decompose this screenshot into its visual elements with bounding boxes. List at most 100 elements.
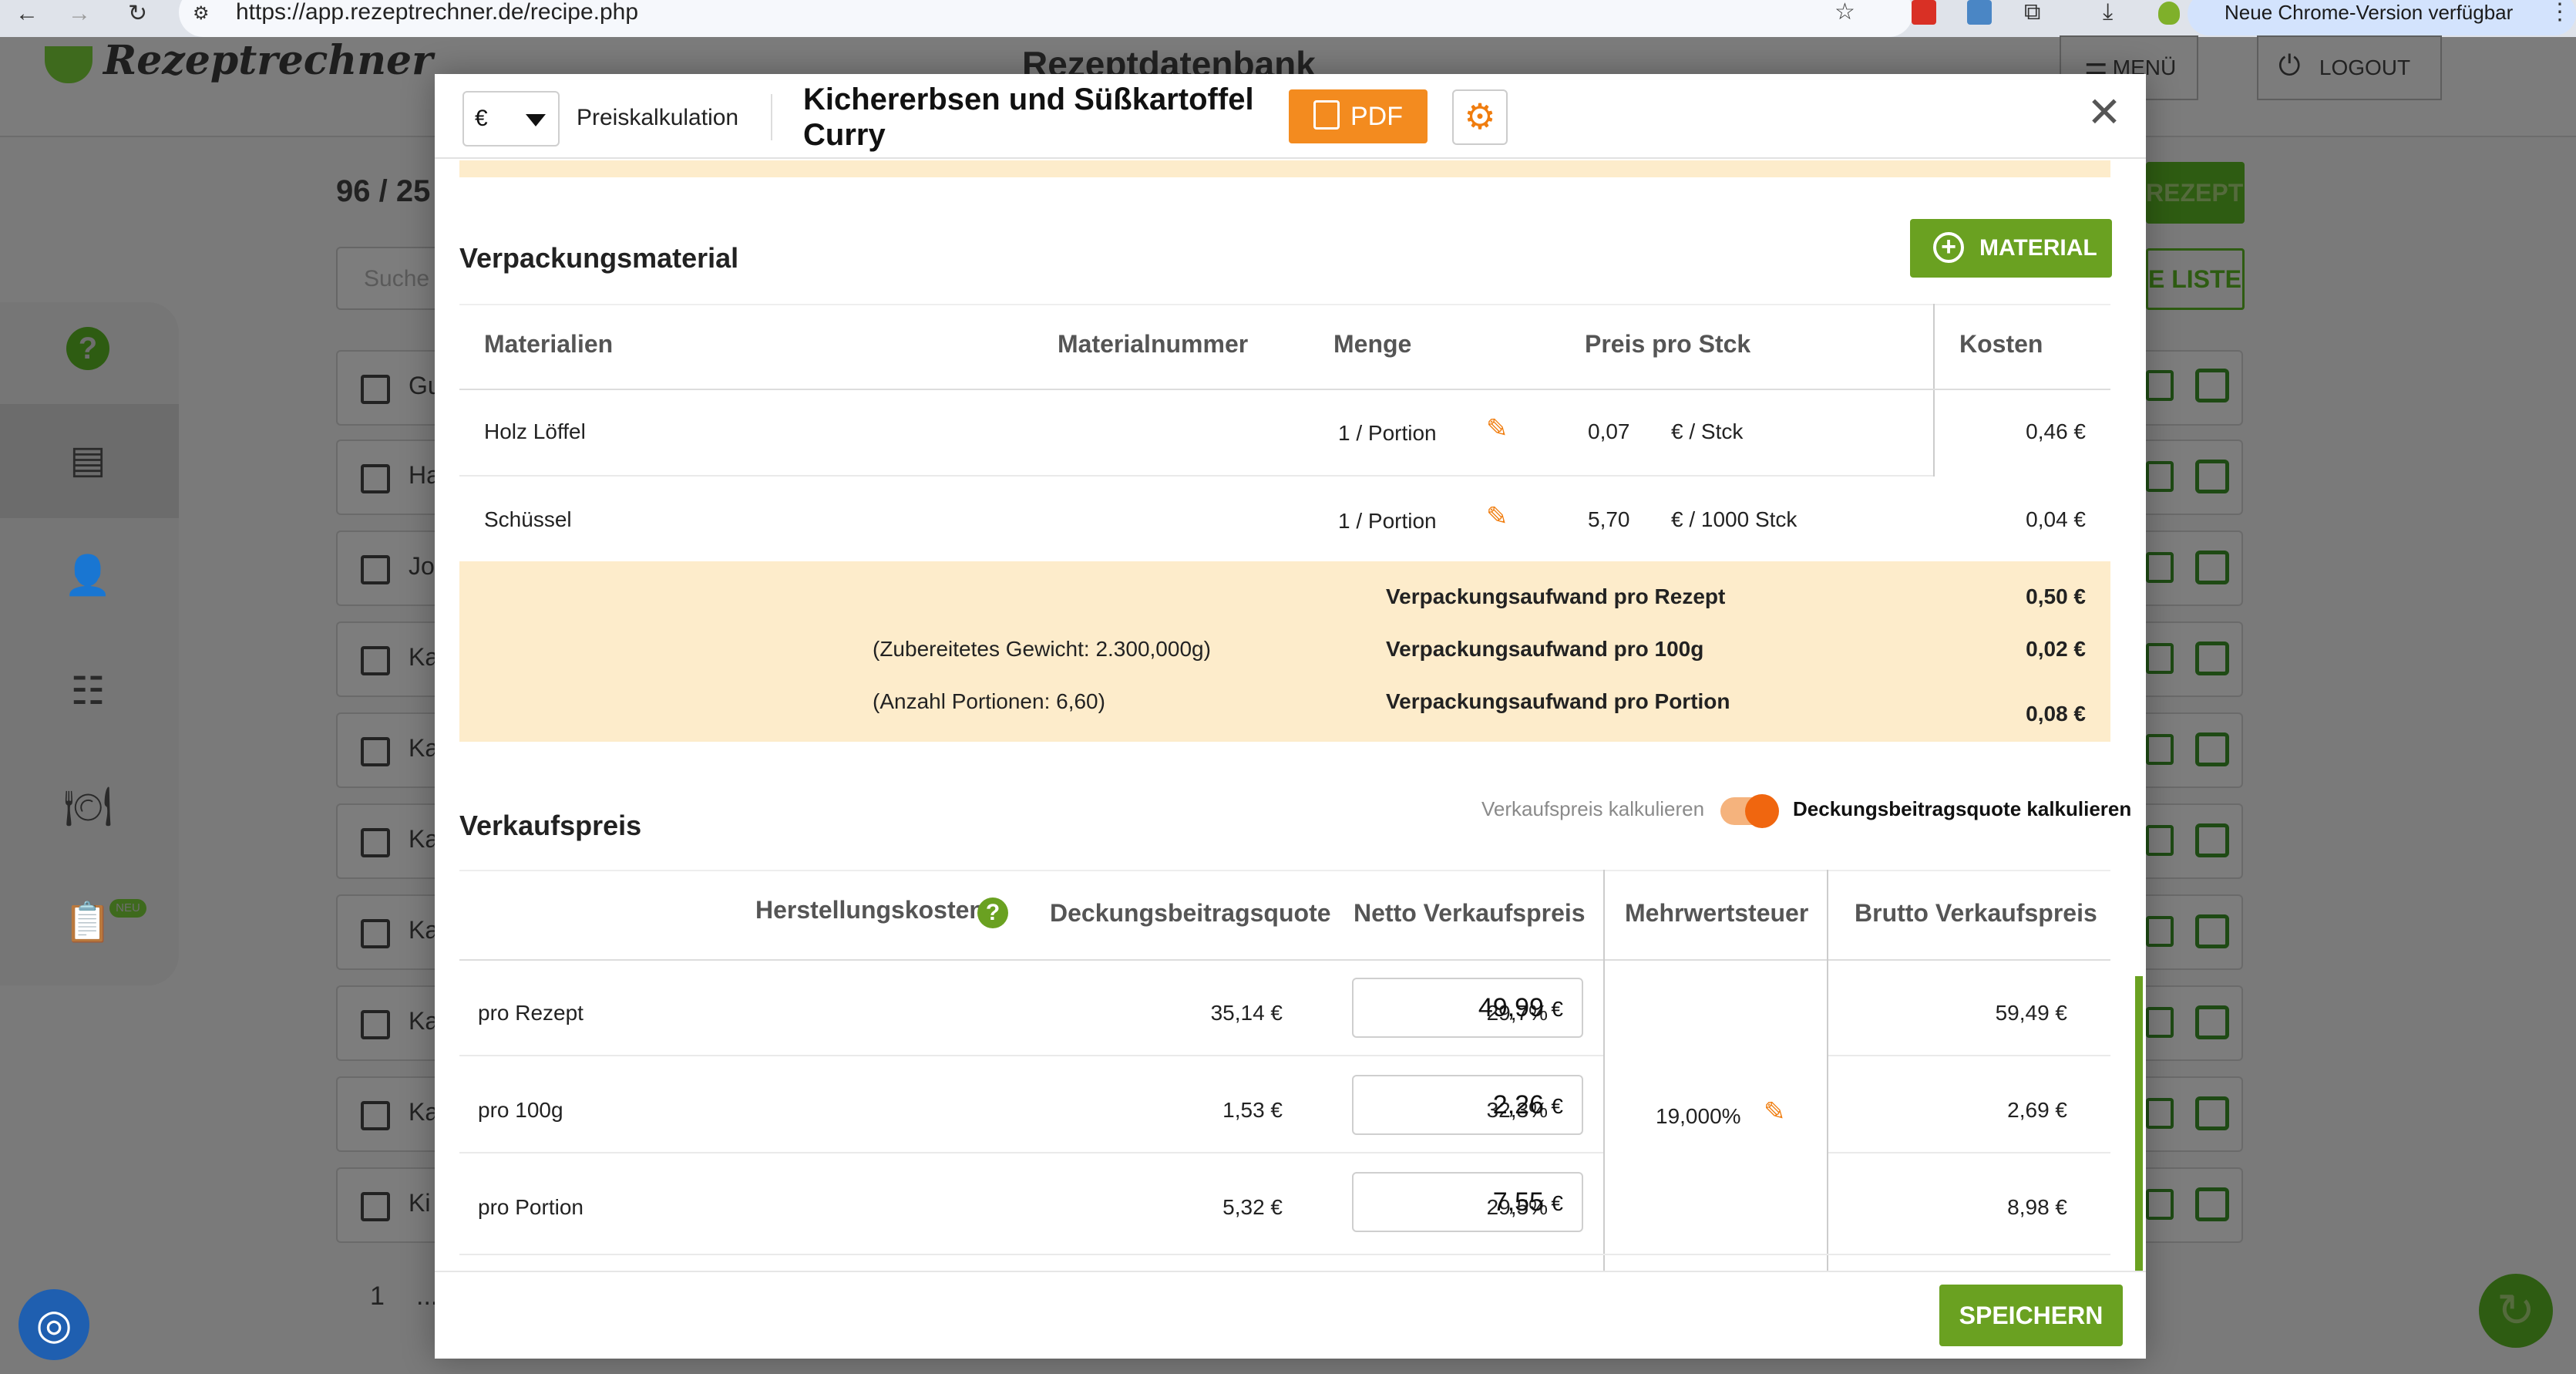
pdf-label: PDF <box>1350 102 1403 131</box>
row-checkbox[interactable] <box>361 555 390 584</box>
edit-icon[interactable] <box>2195 642 2229 675</box>
pencil-icon[interactable]: ✎ <box>1486 501 1508 532</box>
help-icon[interactable]: ? <box>66 327 109 370</box>
row-label: pro Rezept <box>478 1001 583 1025</box>
net-price-input[interactable]: 2,26 € <box>1352 1075 1583 1135</box>
forward-icon[interactable]: → <box>68 0 91 32</box>
pencil-icon[interactable]: ✎ <box>1764 1096 1786 1127</box>
per-portion-value: 0,08 € <box>2026 702 2086 726</box>
copy-icon[interactable] <box>2146 1189 2174 1220</box>
plate-cutlery-icon[interactable]: 🍽 <box>63 782 113 831</box>
row-divider <box>1828 1152 2110 1153</box>
edit-icon[interactable] <box>2195 1187 2229 1221</box>
add-material-button[interactable]: + MATERIAL <box>1910 219 2112 278</box>
settings-button[interactable]: ⚙ <box>1452 89 1508 145</box>
clipboard-icon[interactable]: 📋 <box>63 897 113 947</box>
copy-icon[interactable] <box>2146 916 2174 947</box>
copy-icon[interactable] <box>2146 825 2174 856</box>
currency-select[interactable]: € <box>462 91 560 146</box>
divider <box>771 94 772 140</box>
back-icon[interactable]: ← <box>15 0 39 32</box>
edit-icon[interactable] <box>2195 914 2229 948</box>
gross-price: 8,98 € <box>2007 1195 2067 1219</box>
extension-icon[interactable] <box>1967 0 1992 25</box>
modal-footer: SPEICHERN <box>435 1271 2146 1359</box>
pencil-icon[interactable]: ✎ <box>1486 413 1508 444</box>
copy-icon[interactable] <box>2146 461 2174 492</box>
list-button[interactable]: E LISTE <box>2146 248 2245 310</box>
price-calculation-modal: € Preiskalkulation Kichererbsen und Süßk… <box>435 74 2146 1359</box>
edit-icon[interactable] <box>2195 551 2229 584</box>
fingerprint-icon[interactable]: ◎ <box>18 1289 89 1360</box>
net-price-value: 7,55 <box>1492 1187 1544 1217</box>
row-label: Ki <box>409 1189 431 1217</box>
currency-suffix: € <box>1551 997 1563 1021</box>
row-checkbox[interactable] <box>361 1101 390 1130</box>
modal-body[interactable]: Verpackungsmaterial + MATERIAL Materialie… <box>435 160 2146 1271</box>
row-checkbox[interactable] <box>361 464 390 493</box>
toggle-left-label[interactable]: Verkaufspreis kalkulieren <box>1481 797 1704 821</box>
toggle-right-label[interactable]: Deckungsbeitragsquote kalkulieren <box>1793 797 2131 821</box>
gross-price: 59,49 € <box>1995 1001 2067 1025</box>
per-portion-label: Verpackungsaufwand pro Portion <box>1386 689 1730 713</box>
copy-icon[interactable] <box>2146 643 2174 674</box>
edit-icon[interactable] <box>2195 460 2229 493</box>
download-icon[interactable]: ⤓ <box>2103 0 2113 31</box>
scrollbar[interactable] <box>2135 976 2143 1271</box>
row-checkbox[interactable] <box>361 375 390 404</box>
new-recipe-button[interactable]: REZEPT <box>2146 162 2245 224</box>
production-cost: 35,14 € <box>1210 1001 1283 1025</box>
bookmark-star-icon[interactable]: ☆ <box>1834 0 1855 31</box>
production-cost: 5,32 € <box>1222 1195 1283 1219</box>
more-menu-icon[interactable]: ⋮ <box>2548 0 2571 31</box>
net-price-input[interactable]: 7,55 € <box>1352 1172 1583 1232</box>
calculation-toggle[interactable] <box>1720 794 1779 828</box>
close-icon[interactable]: ✕ <box>2081 89 2127 136</box>
net-price-value: 49,99 <box>1478 993 1544 1022</box>
reload-icon[interactable]: ↻ <box>128 0 147 32</box>
edit-icon[interactable] <box>2195 369 2229 402</box>
chrome-update-button[interactable]: Neue Chrome-Version verfügbar <box>2188 0 2576 35</box>
material-cost: 0,04 € <box>2026 507 2086 531</box>
net-price-input[interactable]: 49,99 € <box>1352 978 1583 1038</box>
edit-icon[interactable] <box>2195 732 2229 766</box>
copy-icon[interactable] <box>2146 552 2174 583</box>
col-header-net-price: Netto Verkaufspreis <box>1354 899 1586 927</box>
extensions-puzzle-icon[interactable]: ⧉ <box>2024 0 2040 31</box>
app-logo[interactable]: Rezeptrechner <box>103 37 433 84</box>
copy-icon[interactable] <box>2146 370 2174 401</box>
profile-extension-icon[interactable] <box>2158 2 2180 25</box>
save-button[interactable]: SPEICHERN <box>1939 1285 2123 1346</box>
url-text[interactable]: https://app.rezeptrechner.de/recipe.php <box>236 0 638 28</box>
gross-price: 2,69 € <box>2007 1098 2067 1122</box>
edit-icon[interactable] <box>2195 823 2229 857</box>
per-recipe-value: 0,50 € <box>2026 584 2086 608</box>
mode-label: Preiskalkulation <box>577 105 739 130</box>
col-header-price: Preis pro Stck <box>1585 330 1751 358</box>
row-checkbox[interactable] <box>361 1192 390 1221</box>
plus-circle-icon: + <box>1933 232 1964 263</box>
row-checkbox[interactable] <box>361 1010 390 1039</box>
extension-icon[interactable] <box>1912 0 1936 25</box>
edit-icon[interactable] <box>2195 1005 2229 1039</box>
refresh-fab-icon[interactable]: ↻ <box>2479 1274 2553 1348</box>
pagination-page[interactable]: 1 <box>370 1281 385 1312</box>
row-checkbox[interactable] <box>361 828 390 857</box>
currency-suffix: € <box>1551 1094 1563 1118</box>
edit-icon[interactable] <box>2195 1096 2229 1130</box>
site-info-icon[interactable]: ⚙ <box>193 0 210 32</box>
copy-icon[interactable] <box>2146 1098 2174 1129</box>
material-cost: 0,46 € <box>2026 419 2086 443</box>
row-checkbox[interactable] <box>361 646 390 675</box>
row-divider <box>459 1055 1603 1056</box>
row-checkbox[interactable] <box>361 919 390 948</box>
copy-icon[interactable] <box>2146 734 2174 765</box>
copy-icon[interactable] <box>2146 1007 2174 1038</box>
gear-icon: ⚙ <box>1464 96 1496 136</box>
row-checkbox[interactable] <box>361 737 390 766</box>
help-icon[interactable]: ? <box>977 897 1008 928</box>
pdf-button[interactable]: PDF <box>1289 89 1428 143</box>
net-price-value: 2,26 <box>1492 1090 1544 1120</box>
checklist-icon[interactable]: ☷ <box>63 666 113 716</box>
user-icon[interactable]: 👤 <box>63 551 113 600</box>
